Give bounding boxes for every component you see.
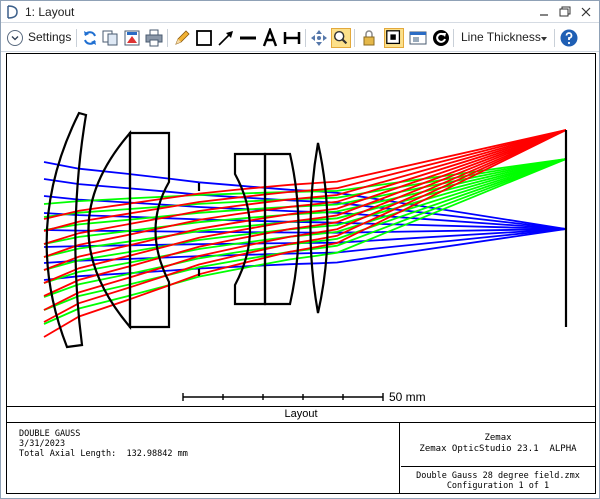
lock-button[interactable] — [359, 28, 379, 48]
ray-traces — [43, 129, 567, 338]
toolbar-separator — [354, 29, 355, 47]
layout-plot[interactable]: 50 mm — [6, 53, 596, 407]
pan-button[interactable] — [309, 28, 329, 48]
rotate-button[interactable] — [431, 28, 451, 48]
lens-element-4 — [233, 152, 267, 306]
caret-down-icon — [541, 37, 547, 41]
toolbar: Settings Line Thickness — [1, 24, 599, 52]
pencil-icon — [175, 30, 190, 45]
print-button[interactable] — [144, 28, 164, 48]
toolbar-separator — [76, 29, 77, 47]
lens-layout-drawing: 50 mm — [43, 111, 568, 404]
refresh-icon — [84, 31, 96, 45]
line-icon — [240, 36, 256, 40]
pencil-button[interactable] — [172, 28, 192, 48]
system-date: 3/31/2023 — [19, 439, 66, 449]
window-title: 1: Layout — [25, 5, 75, 19]
restore-icon — [559, 6, 571, 17]
minimize-icon — [540, 14, 548, 16]
help-button[interactable] — [559, 28, 579, 48]
copy-icon — [102, 30, 118, 46]
dimension-icon — [283, 32, 301, 44]
line-thickness-label: Line Thickness — [461, 30, 541, 44]
rotate-icon — [433, 30, 449, 46]
toolbar-separator — [305, 29, 306, 47]
total-axial-length: Total Axial Length: 132.98842 mm — [19, 449, 188, 459]
refresh-button[interactable] — [80, 28, 100, 48]
fit-icon — [386, 30, 401, 45]
text-button[interactable] — [260, 28, 280, 48]
system-name: DOUBLE GAUSS — [19, 429, 81, 439]
scale-bar — [182, 393, 384, 401]
lock-icon — [363, 30, 375, 46]
print-icon — [145, 29, 163, 47]
close-button[interactable] — [577, 3, 595, 21]
save-icon — [124, 30, 140, 46]
settings-button[interactable]: Settings — [5, 28, 73, 48]
scale-bar-label: 50 mm — [389, 390, 426, 404]
dimension-button[interactable] — [282, 28, 302, 48]
toolbar-separator — [453, 29, 454, 47]
restore-button[interactable] — [556, 3, 574, 21]
file-name: Double Gauss 28 degree field.zmx — [416, 471, 580, 481]
pan-icon — [311, 30, 327, 46]
arrow-icon — [218, 31, 233, 46]
close-icon — [581, 7, 591, 17]
arrow-button[interactable] — [216, 28, 236, 48]
window-icon — [409, 31, 427, 45]
zoom-icon — [333, 30, 348, 45]
file-info: Double Gauss 28 degree field.zmx Configu… — [401, 468, 595, 494]
line-button[interactable] — [238, 28, 258, 48]
text-icon — [262, 28, 278, 47]
product-info: Zemax Zemax OpticStudio 23.1 ALPHA — [401, 423, 595, 467]
fit-button[interactable] — [384, 28, 404, 48]
help-icon — [560, 29, 578, 47]
window-app-icon — [7, 5, 18, 19]
panel-caption: Layout — [7, 407, 595, 423]
toolbar-separator — [167, 29, 168, 47]
title-bar: 1: Layout — [1, 1, 599, 23]
info-panel: Layout DOUBLE GAUSS 3/31/2023 Total Axia… — [6, 406, 596, 494]
zoom-button[interactable] — [331, 28, 351, 48]
product-name: Zemax OpticStudio 23.1 ALPHA — [419, 444, 577, 454]
save-button[interactable] — [122, 28, 142, 48]
toolbar-separator — [554, 29, 555, 47]
window-button[interactable] — [408, 28, 428, 48]
chevron-down-icon — [7, 30, 23, 46]
system-info: DOUBLE GAUSS 3/31/2023 Total Axial Lengt… — [7, 423, 400, 493]
rectangle-button[interactable] — [194, 28, 214, 48]
copy-button[interactable] — [100, 28, 120, 48]
layout-window: 1: Layout Settings Line Thickness 50 mm … — [0, 0, 600, 499]
settings-label: Settings — [28, 30, 72, 44]
rectangle-icon — [196, 30, 212, 46]
configuration-label: Configuration 1 of 1 — [446, 481, 550, 491]
line-thickness-dropdown[interactable]: Line Thickness — [457, 28, 551, 48]
company-name: Zemax — [484, 433, 512, 443]
minimize-button[interactable] — [535, 3, 553, 21]
